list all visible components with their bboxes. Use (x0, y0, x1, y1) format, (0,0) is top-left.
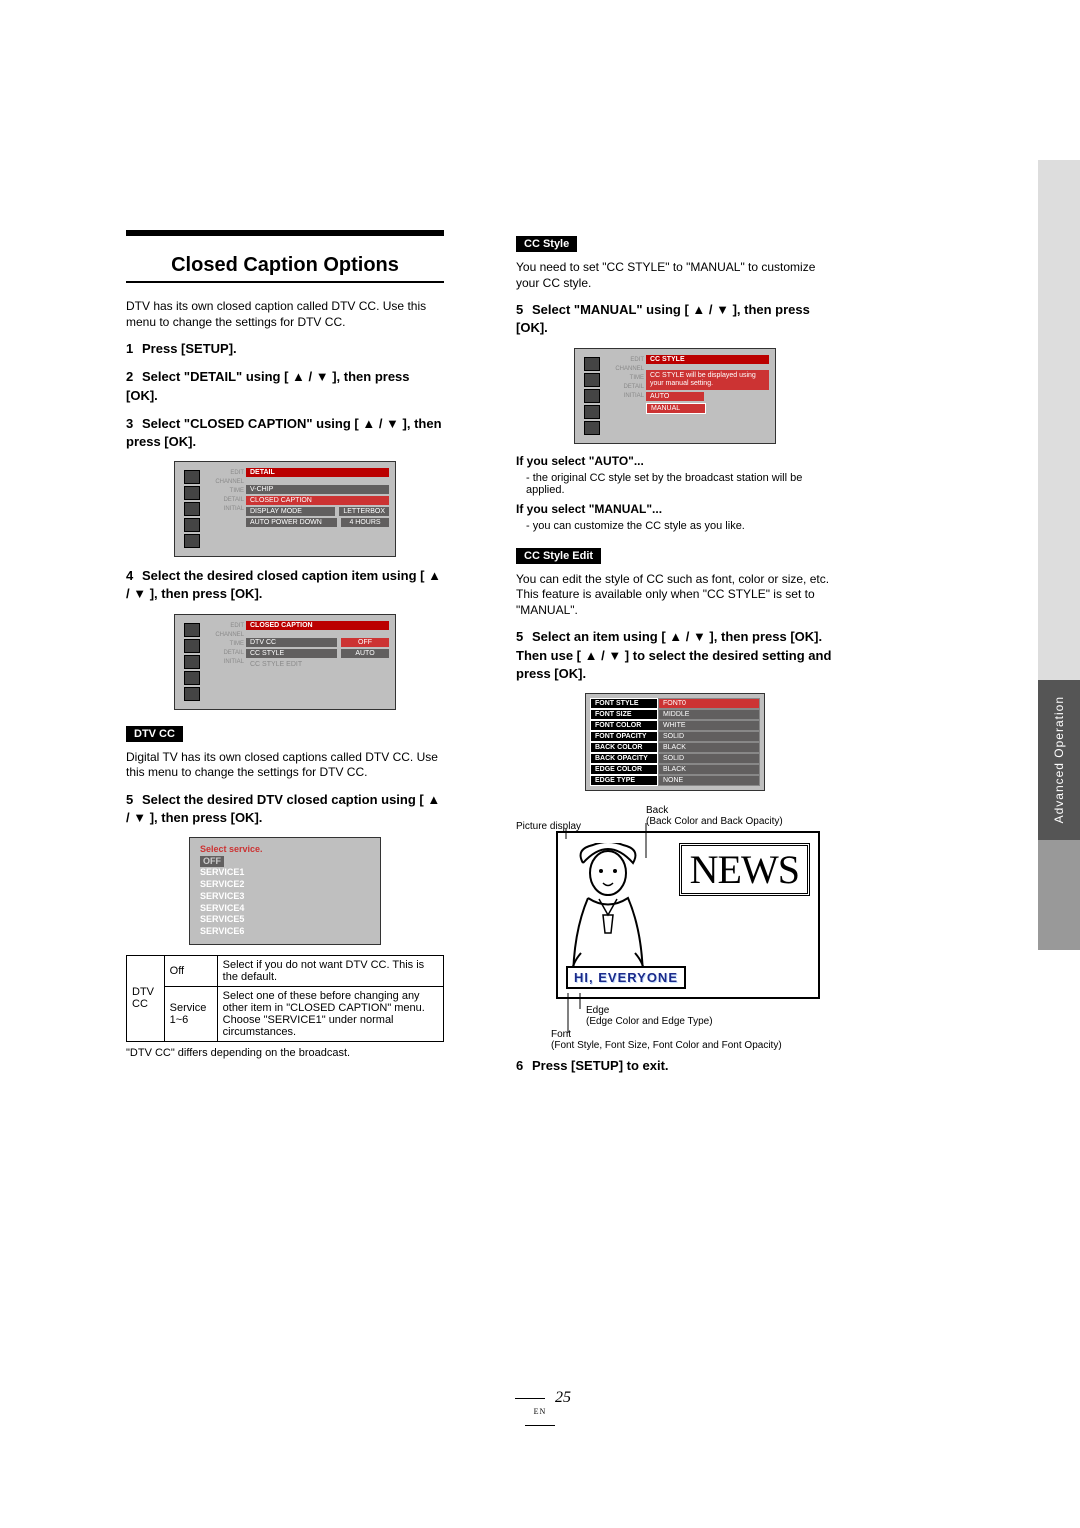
page-title: Closed Caption Options (126, 230, 444, 277)
step1: Press [SETUP]. (142, 341, 237, 356)
auto-hdr: If you select "AUTO"... (516, 454, 834, 468)
step2: Select "DETAIL" using [ ▲ / ▼ ], then pr… (126, 369, 410, 402)
intro-text: DTV has its own closed caption called DT… (126, 299, 444, 330)
news-caption: HI, EVERYONE (566, 966, 686, 989)
dtv-cc-label: DTV CC (126, 726, 183, 742)
label-edge: Edge (586, 1005, 609, 1016)
side-tab-dark: Advanced Operation (1038, 680, 1080, 840)
label-font-sub: (Font Style, Font Size, Font Color and F… (551, 1040, 782, 1051)
cc-style-desc: You need to set "CC STYLE" to "MANUAL" t… (516, 260, 834, 291)
side-tab-light2 (1038, 840, 1080, 950)
dtv-cc-desc: Digital TV has its own closed captions c… (126, 750, 444, 781)
label-edge-sub: (Edge Color and Edge Type) (586, 1016, 713, 1027)
news-text: NEWS (679, 843, 810, 896)
osd-edit-menu: FONT STYLEFONT0 FONT SIZEMIDDLE FONT COL… (585, 693, 765, 791)
manual-hdr: If you select "MANUAL"... (516, 502, 834, 516)
osd-detail: EDIT CHANNEL TIME DETAIL INITIAL DETAIL … (174, 461, 396, 557)
cc-style-edit-label: CC Style Edit (516, 548, 601, 564)
label-back-sub: (Back Color and Back Opacity) (646, 816, 783, 827)
label-back: Back (646, 805, 668, 816)
step4: Select the desired closed caption item u… (126, 568, 441, 601)
step5-right1: Select "MANUAL" using [ ▲ / ▼ ], then pr… (516, 302, 810, 335)
news-box: NEWS HI, EVERYONE (556, 831, 820, 999)
cc-style-edit-desc: You can edit the style of CC such as fon… (516, 572, 834, 619)
osd-cc-style: EDIT CHANNEL TIME DETAIL INITIAL CC STYL… (574, 348, 776, 444)
right-column: CC Style You need to set "CC STYLE" to "… (510, 230, 840, 1079)
left-column: Closed Caption Options DTV has its own c… (120, 230, 450, 1064)
page-number: 25 EN (0, 1389, 1080, 1434)
auto-txt: - the original CC style set by the broad… (526, 472, 834, 496)
cc-style-label: CC Style (516, 236, 577, 252)
osd-closed-caption: EDIT CHANNEL TIME DETAIL INITIAL CLOSED … (174, 614, 396, 710)
table-footnote: "DTV CC" differs depending on the broadc… (126, 1046, 444, 1060)
side-tab-light (1038, 160, 1080, 680)
osd-service: Select service. OFF SERVICE1 SERVICE2 SE… (189, 837, 381, 945)
dtv-cc-table: DTV CC Off Select if you do not want DTV… (126, 955, 444, 1042)
side-tab-label: Advanced Operation (1052, 696, 1066, 823)
step5-left: Select the desired DTV closed caption us… (126, 792, 440, 825)
manual-txt: - you can customize the CC style as you … (526, 520, 834, 532)
step3: Select "CLOSED CAPTION" using [ ▲ / ▼ ],… (126, 416, 442, 449)
step5-right2: Select an item using [ ▲ / ▼ ], then pre… (516, 629, 831, 680)
illustration: Picture display Back (Back Color and Bac… (516, 801, 834, 1051)
step6: Press [SETUP] to exit. (532, 1058, 669, 1073)
